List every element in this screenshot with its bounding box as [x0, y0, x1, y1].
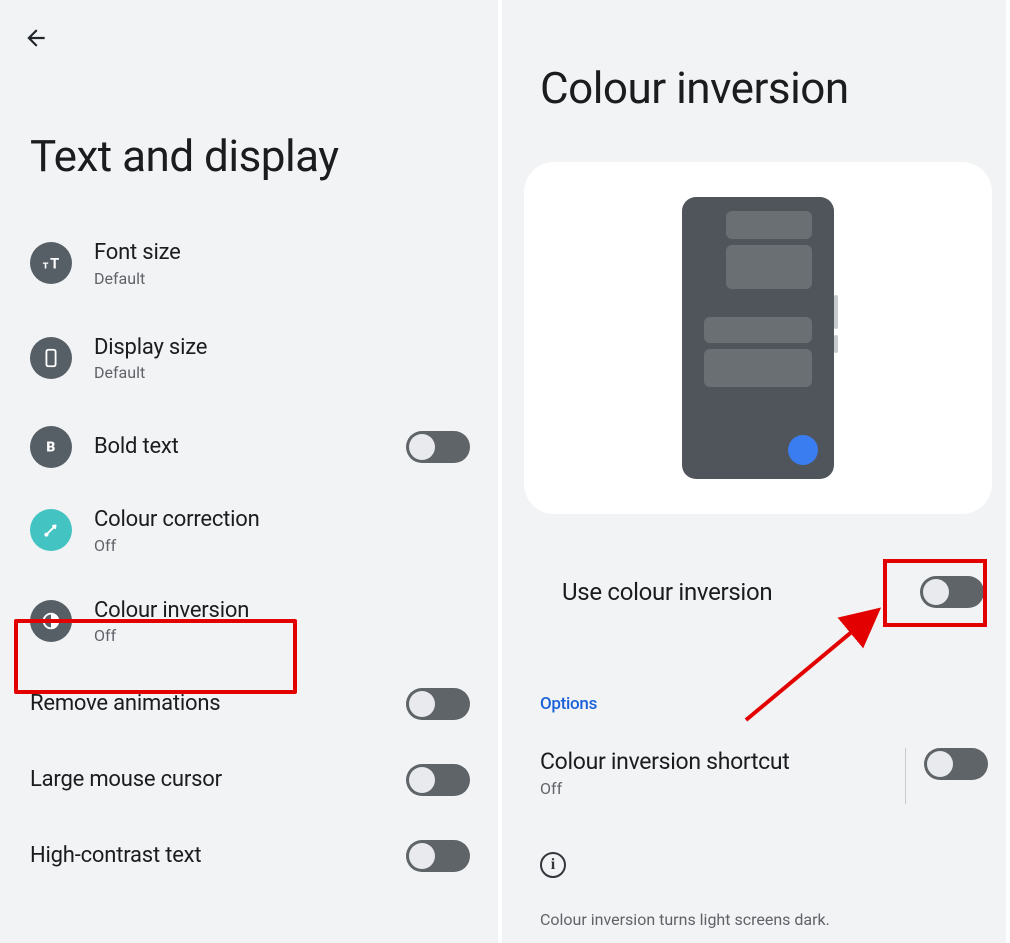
bold-text-icon: B: [30, 426, 72, 468]
back-button[interactable]: [22, 24, 50, 52]
annotation-highlight-left: [14, 619, 297, 694]
description-text: Colour inversion turns light screens dar…: [540, 910, 984, 929]
setting-title: Large mouse cursor: [30, 766, 406, 794]
setting-title: Font size: [94, 239, 470, 267]
setting-display-size[interactable]: Display size Default: [0, 320, 498, 397]
arrow-back-icon: [23, 25, 49, 51]
text-and-display-screen: Text and display тT Font size Default Di…: [0, 0, 502, 943]
page-title: Colour inversion: [540, 62, 849, 114]
colour-inversion-screen: Colour inversion Use colour inversion Op…: [502, 0, 1006, 943]
section-header-options: Options: [540, 694, 984, 714]
setting-large-mouse-cursor[interactable]: Large mouse cursor: [0, 745, 498, 815]
setting-font-size[interactable]: тT Font size Default: [0, 225, 498, 302]
setting-title: Colour correction: [94, 506, 470, 534]
settings-list: тT Font size Default Display size Defaul…: [0, 225, 498, 891]
svg-text:т: т: [43, 259, 49, 272]
setting-subtitle: Default: [94, 269, 470, 288]
colour-inversion-shortcut-toggle[interactable]: [924, 748, 988, 780]
info-icon: i: [540, 852, 566, 878]
setting-high-contrast-text[interactable]: High-contrast text: [0, 821, 498, 891]
page-title: Text and display: [30, 130, 339, 182]
phone-preview-icon: [682, 197, 834, 479]
colour-correction-icon: [30, 509, 72, 551]
setting-colour-inversion-shortcut[interactable]: Colour inversion shortcut Off: [540, 748, 988, 804]
setting-colour-correction[interactable]: Colour correction Off: [0, 492, 498, 569]
setting-title: Remove animations: [30, 690, 406, 718]
display-size-icon: [30, 337, 72, 379]
setting-subtitle: Off: [540, 779, 893, 798]
setting-title: Bold text: [94, 433, 406, 461]
setting-subtitle: Off: [94, 536, 470, 555]
svg-text:T: T: [50, 255, 59, 273]
info-row: i: [540, 852, 984, 878]
high-contrast-toggle[interactable]: [406, 840, 470, 872]
setting-title: Use colour inversion: [562, 578, 920, 606]
bold-text-toggle[interactable]: [406, 431, 470, 463]
setting-title: Display size: [94, 334, 470, 362]
svg-text:B: B: [46, 440, 55, 456]
vertical-divider: [905, 748, 906, 804]
setting-title: High-contrast text: [30, 842, 406, 870]
remove-animations-toggle[interactable]: [406, 688, 470, 720]
large-cursor-toggle[interactable]: [406, 764, 470, 796]
setting-title: Colour inversion shortcut: [540, 748, 893, 775]
preview-card: [524, 162, 992, 514]
font-size-icon: тT: [30, 242, 72, 284]
section-label: Options: [540, 694, 597, 714]
setting-bold-text[interactable]: B Bold text: [0, 412, 498, 482]
annotation-highlight-right: [883, 559, 987, 627]
setting-subtitle: Default: [94, 363, 470, 382]
